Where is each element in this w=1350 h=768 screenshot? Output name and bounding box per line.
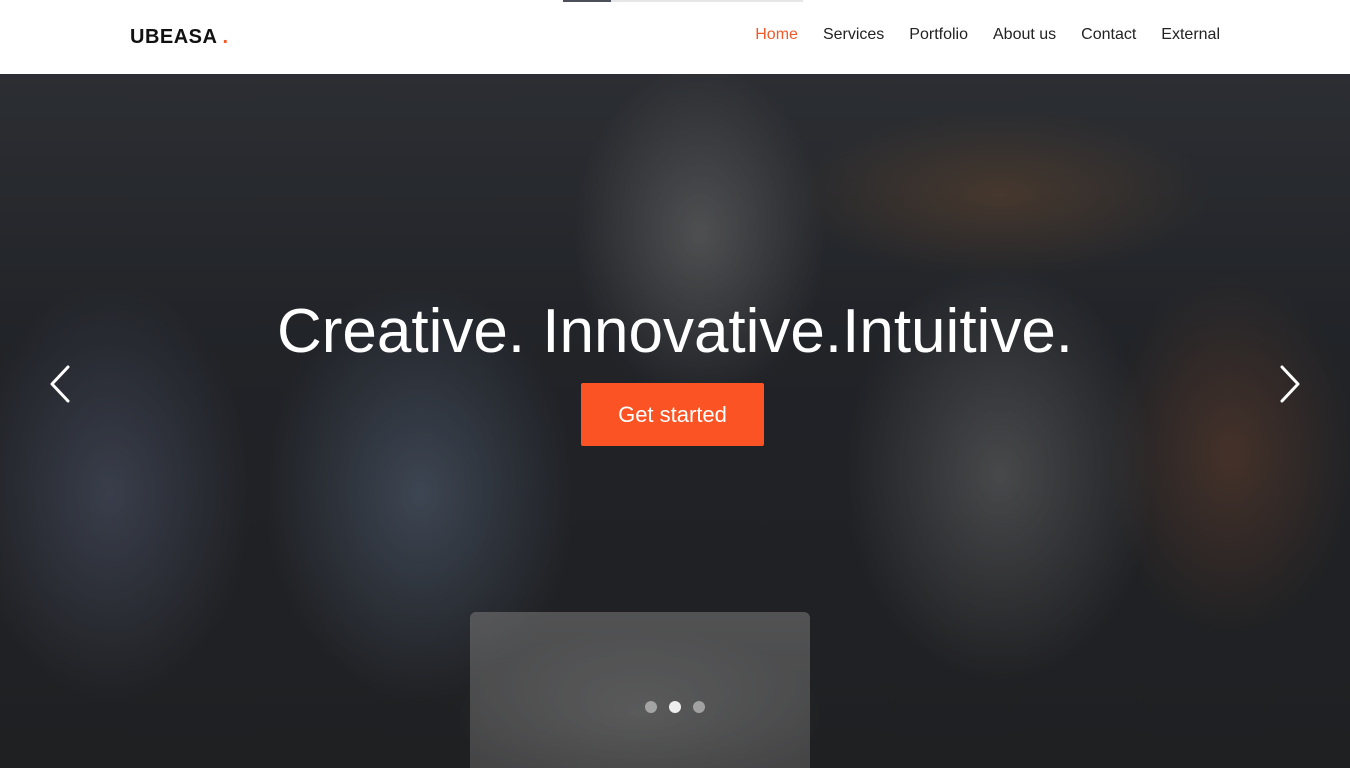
brand-dot: . (222, 26, 229, 48)
nav-menu: Home Services Portfolio About us Contact… (755, 26, 1220, 44)
carousel-indicator-1[interactable] (645, 701, 657, 713)
nav-item-services: Services (823, 26, 884, 44)
carousel-prev-button[interactable] (40, 359, 80, 409)
nav-item-home: Home (755, 26, 798, 44)
nav-item-portfolio: Portfolio (909, 26, 968, 44)
brand-name: UBEASA (130, 26, 218, 48)
nav-item-external: External (1161, 26, 1220, 44)
chevron-left-icon (50, 365, 70, 403)
nav-link-external[interactable]: External (1161, 26, 1220, 43)
carousel-indicators (645, 701, 705, 713)
brand-logo[interactable]: UBEASA. (130, 26, 229, 49)
nav-item-about: About us (993, 26, 1056, 44)
nav-link-portfolio[interactable]: Portfolio (909, 26, 968, 43)
scroll-indicator-thumb (563, 0, 611, 2)
hero-carousel: Creative. Innovative.Intuitive. Get star… (0, 74, 1350, 768)
navbar: UBEASA. Home Services Portfolio About us… (0, 0, 1350, 74)
carousel-indicator-3[interactable] (693, 701, 705, 713)
get-started-button[interactable]: Get started (581, 383, 764, 446)
chevron-right-icon (1280, 365, 1300, 403)
nav-item-contact: Contact (1081, 26, 1136, 44)
page: UBEASA. Home Services Portfolio About us… (0, 0, 1350, 768)
nav-link-contact[interactable]: Contact (1081, 26, 1136, 43)
nav-link-home[interactable]: Home (755, 26, 798, 43)
nav-link-about[interactable]: About us (993, 26, 1056, 43)
scroll-indicator (563, 0, 803, 2)
hero-headline: Creative. Innovative.Intuitive. (276, 297, 1074, 366)
nav-link-services[interactable]: Services (823, 26, 884, 43)
carousel-indicator-2[interactable] (669, 701, 681, 713)
carousel-next-button[interactable] (1270, 359, 1310, 409)
